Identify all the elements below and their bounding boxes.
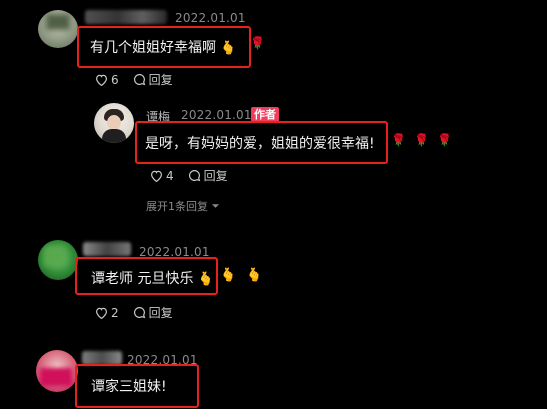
like-count: 2 — [111, 305, 119, 320]
username-blurred[interactable] — [85, 10, 167, 24]
chevron-down-icon — [211, 204, 220, 208]
comment-text: 谭老师 元旦快乐 🫰 — [91, 268, 214, 288]
username-blurred[interactable] — [83, 242, 131, 256]
avatar[interactable] — [38, 10, 78, 48]
like-count: 6 — [111, 72, 119, 87]
reply-button[interactable]: 回复 — [188, 167, 228, 184]
reply-button[interactable]: 回复 — [133, 71, 173, 88]
author-badge: 作者 — [251, 107, 279, 122]
finger-heart-emoji: 🫰 — [220, 268, 237, 283]
avatar-blur — [46, 14, 70, 30]
avatar[interactable] — [36, 350, 78, 392]
comment-text-content: 谭老师 元旦快乐 — [91, 271, 194, 287]
reply-button[interactable]: 回复 — [133, 304, 173, 321]
reply-label: 回复 — [148, 73, 173, 87]
reply-label: 回复 — [148, 306, 173, 320]
rose-icon: 🌹 — [414, 133, 429, 147]
author-avatar[interactable] — [94, 103, 134, 143]
avatar-body — [102, 129, 126, 143]
rose-icon: 🌹 — [250, 36, 265, 50]
like-button[interactable]: 6 — [95, 73, 119, 87]
like-button[interactable]: 4 — [150, 169, 174, 183]
avatar-face — [107, 115, 121, 130]
comment-actions: 6 回复 — [95, 71, 187, 88]
avatar[interactable] — [38, 240, 78, 280]
like-count: 4 — [166, 168, 174, 183]
comment-actions: 2 回复 — [95, 304, 187, 321]
comment-text-content: 有几个姐姐好幸福啊 — [90, 40, 216, 56]
heart-icon — [96, 307, 107, 319]
rose-icon: 🌹 — [437, 133, 452, 147]
avatar-blur — [44, 246, 66, 266]
comment-date: 2022.01.01 — [175, 11, 246, 25]
comment-text: 谭家三姐妹! — [91, 379, 167, 395]
rose-icon: 🌹 — [391, 133, 406, 147]
expand-replies-label: 展开1条回复 — [146, 200, 208, 213]
heart-icon — [96, 74, 107, 86]
comment-text: 有几个姐姐好幸福啊 🫰 — [90, 37, 236, 57]
finger-heart-emoji: 🫰 — [197, 272, 214, 287]
expand-replies-button[interactable]: 展开1条回复 — [146, 198, 220, 214]
reply-bubble-icon — [188, 170, 200, 182]
avatar-blur — [40, 368, 72, 386]
username-blurred[interactable] — [82, 351, 122, 365]
reply-label: 回复 — [203, 169, 228, 183]
finger-heart-emoji: 🫰 — [246, 268, 263, 283]
finger-heart-emoji: 🫰 — [220, 41, 237, 56]
heart-icon — [151, 170, 162, 182]
reply-text: 是呀，有妈妈的爱，姐姐的爱很幸福! — [145, 136, 375, 152]
reply-date: 2022.01.01 — [181, 108, 252, 122]
like-button[interactable]: 2 — [95, 306, 119, 320]
reply-actions: 4 回复 — [150, 167, 242, 184]
reply-bubble-icon — [133, 74, 145, 86]
reply-bubble-icon — [133, 307, 145, 319]
